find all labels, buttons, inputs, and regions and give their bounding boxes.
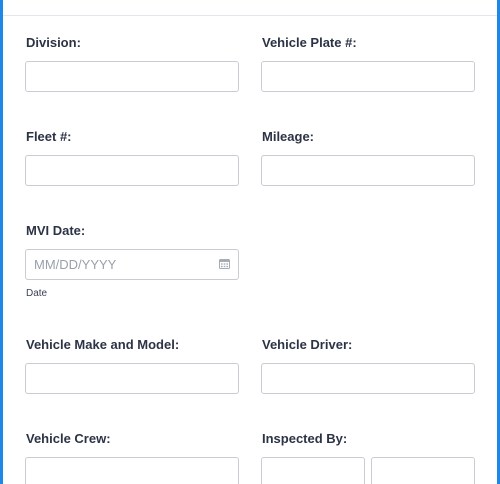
calendar-icon[interactable] (219, 258, 230, 269)
section-divider (3, 15, 497, 16)
form-border-left (0, 0, 3, 484)
fleet-input[interactable] (25, 155, 239, 186)
inspected-by-first-input[interactable] (261, 457, 365, 484)
make-model-label: Vehicle Make and Model: (26, 337, 180, 352)
vehicle-plate-label: Vehicle Plate #: (262, 35, 357, 50)
mvi-date-input[interactable] (25, 249, 239, 280)
mvi-date-sublabel: Date (26, 288, 48, 299)
mileage-input[interactable] (261, 155, 475, 186)
mileage-label: Mileage: (262, 129, 315, 144)
vehicle-driver-label: Vehicle Driver: (262, 337, 353, 352)
form-page: Division: Vehicle Plate #: Fleet #: Mile… (0, 0, 500, 484)
fleet-label: Fleet #: (26, 129, 72, 144)
vehicle-crew-input[interactable] (25, 457, 239, 484)
division-input[interactable] (25, 61, 239, 92)
vehicle-plate-input[interactable] (261, 61, 475, 92)
vehicle-crew-label: Vehicle Crew: (26, 431, 111, 446)
division-label: Division: (26, 35, 81, 50)
mvi-date-label: MVI Date: (26, 223, 86, 238)
make-model-input[interactable] (25, 363, 239, 394)
inspected-by-last-input[interactable] (371, 457, 475, 484)
inspected-by-label: Inspected By: (262, 431, 348, 446)
vehicle-driver-input[interactable] (261, 363, 475, 394)
